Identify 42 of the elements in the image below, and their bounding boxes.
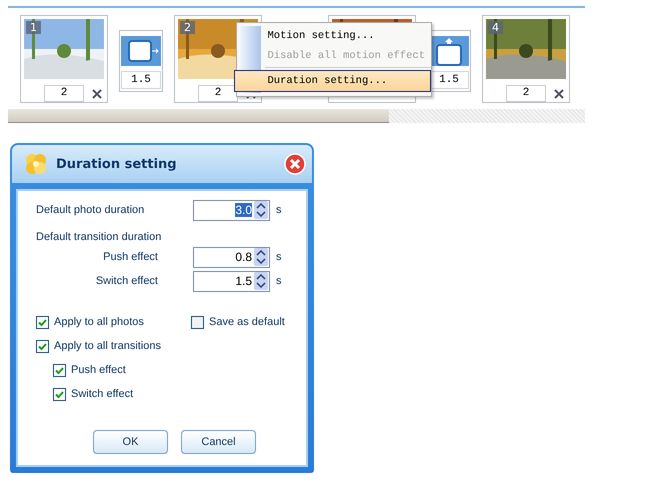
- section-label: Default transition duration: [36, 231, 162, 243]
- spin-arrows-icon[interactable]: [254, 272, 268, 290]
- menu-item[interactable]: Duration setting...: [234, 70, 431, 92]
- checkbox[interactable]: [191, 316, 204, 328]
- close-icon[interactable]: [92, 88, 102, 98]
- transition-card[interactable]: 1.5: [119, 30, 163, 92]
- checkbox-label: Apply to all transitions: [54, 340, 161, 352]
- checkbox[interactable]: [36, 340, 49, 352]
- window-title: Duration setting: [56, 156, 178, 172]
- unit-label: s: [276, 275, 282, 287]
- number-field[interactable]: 3.0: [193, 200, 270, 220]
- checkbox[interactable]: [53, 364, 66, 376]
- cancel-button[interactable]: Cancel: [181, 430, 256, 454]
- duration-field[interactable]: 1.5: [121, 71, 161, 89]
- field-label: Switch effect: [94, 275, 158, 287]
- field-label: Default photo duration: [36, 204, 146, 216]
- photo-card[interactable]: 1 2: [20, 15, 108, 103]
- ok-button[interactable]: OK: [93, 430, 168, 454]
- unit-label: s: [276, 251, 282, 263]
- checkbox-label: Save as default: [209, 316, 285, 328]
- photo-number: 1: [26, 21, 41, 34]
- flower-icon: [24, 152, 48, 176]
- checkbox-label: Push effect: [71, 364, 126, 376]
- duration-field[interactable]: 2: [506, 85, 546, 102]
- close-icon[interactable]: [554, 88, 564, 98]
- photo-number: 2: [180, 21, 195, 34]
- checkbox-label: Apply to all photos: [54, 316, 144, 328]
- field-label: Push effect: [102, 251, 158, 263]
- unit-label: s: [276, 204, 282, 216]
- photo-card[interactable]: 4 2: [482, 15, 570, 103]
- scroll-thumb[interactable]: [8, 109, 389, 123]
- number-field[interactable]: 0.8: [193, 246, 270, 268]
- spin-arrows-icon[interactable]: [254, 201, 268, 219]
- checkbox-label: Switch effect: [71, 388, 134, 400]
- scrollbar[interactable]: [8, 109, 585, 123]
- duration-field[interactable]: 2: [44, 85, 84, 102]
- checkbox[interactable]: [36, 316, 49, 328]
- spin-arrows-icon[interactable]: [254, 248, 268, 266]
- transition-icon: [121, 33, 161, 69]
- photo-number: 4: [488, 21, 503, 34]
- number-field[interactable]: 1.5: [193, 270, 270, 292]
- checkbox[interactable]: [53, 388, 66, 400]
